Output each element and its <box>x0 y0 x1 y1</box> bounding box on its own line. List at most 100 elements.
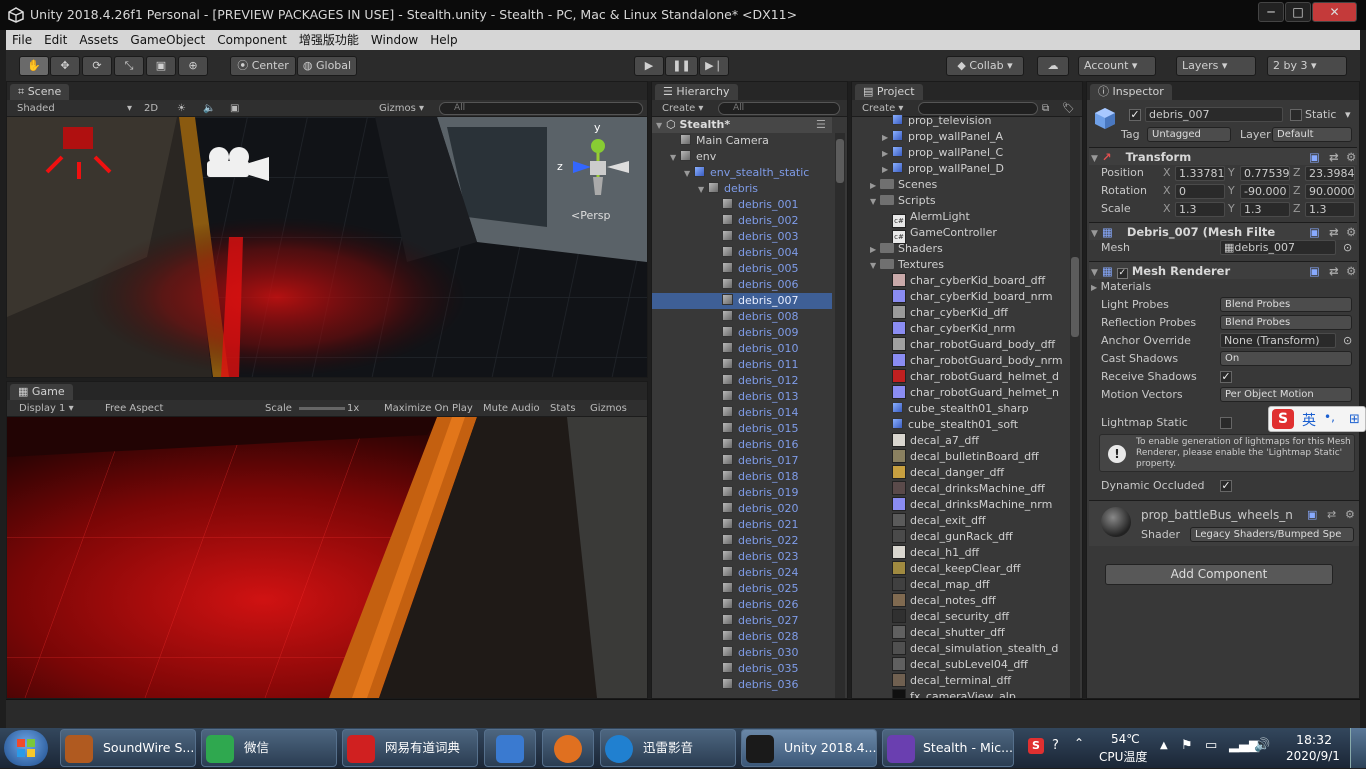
hierarchy-item[interactable]: debris_035 <box>652 661 832 677</box>
lighting-toggle-icon[interactable]: ☀ <box>177 100 186 117</box>
rotation-z-field[interactable]: 90.0000 <box>1305 184 1355 199</box>
project-item[interactable]: char_robotGuard_helmet_d <box>852 369 1067 385</box>
layers-dropdown[interactable]: Layers ▾ <box>1176 56 1256 76</box>
expand-arrow-icon[interactable]: ▶ <box>882 162 892 178</box>
motion-vectors-dropdown[interactable]: Per Object Motion <box>1220 387 1352 402</box>
clock-date[interactable]: 2020/9/1 <box>1286 749 1340 763</box>
taskbar-app-pinned-2[interactable] <box>542 729 594 767</box>
projection-label[interactable]: <Persp <box>571 209 610 222</box>
project-item[interactable]: ▶ prop_wallPanel_D <box>852 161 1067 177</box>
lightmap-static-checkbox[interactable] <box>1220 417 1232 429</box>
project-scrollbar[interactable] <box>1070 117 1080 698</box>
pause-button[interactable]: ❚❚ <box>665 56 698 76</box>
hierarchy-item[interactable]: debris_004 <box>652 245 832 261</box>
taskbar-app-xunlei[interactable]: 迅雷影音 <box>600 729 736 767</box>
preset-icon[interactable]: ⇄ <box>1329 148 1339 166</box>
menu-file[interactable]: File <box>6 30 38 50</box>
ime-language-toggle[interactable]: 英 <box>1302 410 1316 430</box>
account-dropdown[interactable]: Account ▾ <box>1078 56 1156 76</box>
project-item[interactable]: ▼ Textures <box>852 257 1067 273</box>
scale-y-field[interactable]: 1.3 <box>1240 202 1290 217</box>
menu-gameobject[interactable]: GameObject <box>124 30 211 50</box>
project-item[interactable]: char_cyberKid_board_nrm <box>852 289 1067 305</box>
collab-button[interactable]: ◆ Collab ▾ <box>946 56 1024 76</box>
object-picker-icon[interactable]: ⊙ <box>1343 334 1352 347</box>
pivot-center-button[interactable]: ⦿ Center <box>230 56 296 76</box>
ime-toolbar[interactable]: S 英 •, ⊞ <box>1268 406 1366 432</box>
hierarchy-item[interactable]: debris_008 <box>652 309 832 325</box>
hierarchy-item[interactable]: debris_007 <box>652 293 832 309</box>
project-item[interactable]: decal_drinksMachine_dff <box>852 481 1067 497</box>
materials-foldout[interactable]: ▶ Materials <box>1091 280 1151 293</box>
hierarchy-item[interactable]: debris_027 <box>652 613 832 629</box>
expand-arrow-icon[interactable]: ▼ <box>670 150 680 166</box>
hierarchy-item[interactable]: debris_012 <box>652 373 832 389</box>
hierarchy-item[interactable]: debris_009 <box>652 325 832 341</box>
transform-tool-button[interactable]: ⊕ <box>178 56 208 76</box>
rotate-tool-button[interactable]: ⟳ <box>82 56 112 76</box>
start-button[interactable] <box>4 730 48 766</box>
layer-dropdown[interactable]: Default <box>1272 127 1352 142</box>
tab-project[interactable]: ▤ Project <box>855 84 923 100</box>
hierarchy-item[interactable]: debris_005 <box>652 261 832 277</box>
scale-tool-button[interactable]: ⤡ <box>114 56 144 76</box>
expand-arrow-icon[interactable]: ▶ <box>870 178 880 194</box>
hierarchy-item[interactable]: debris_021 <box>652 517 832 533</box>
hierarchy-search-input[interactable]: All <box>718 102 840 115</box>
hierarchy-item[interactable]: debris_011 <box>652 357 832 373</box>
object-picker-icon[interactable]: ⊙ <box>1343 241 1352 254</box>
project-item[interactable]: fx_cameraView_alp <box>852 689 1067 698</box>
maximize-button[interactable]: □ <box>1285 2 1311 22</box>
hierarchy-item[interactable]: debris_019 <box>652 485 832 501</box>
ime-punctuation-toggle[interactable]: •, <box>1324 410 1335 424</box>
cast-shadows-dropdown[interactable]: On <box>1220 351 1352 366</box>
dynamic-occluded-checkbox[interactable]: ✓ <box>1220 480 1232 492</box>
project-item[interactable]: decal_keepClear_dff <box>852 561 1067 577</box>
minimize-button[interactable]: ─ <box>1258 2 1284 22</box>
project-item[interactable]: ▶ prop_wallPanel_C <box>852 145 1067 161</box>
active-checkbox[interactable]: ✓ <box>1129 109 1141 121</box>
aspect-dropdown[interactable]: Free Aspect <box>105 400 163 417</box>
game-viewport[interactable] <box>7 417 647 698</box>
hierarchy-item[interactable]: debris_025 <box>652 581 832 597</box>
expand-arrow-icon[interactable]: ▼ <box>870 258 880 274</box>
scene-search-input[interactable]: All <box>439 102 643 115</box>
menu-help[interactable]: Help <box>424 30 463 50</box>
show-desktop-button[interactable] <box>1350 728 1366 768</box>
step-button[interactable]: ▶❘ <box>699 56 729 76</box>
scale-slider[interactable] <box>299 407 345 410</box>
pivot-global-button[interactable]: ◍ Global <box>297 56 357 76</box>
menu-component[interactable]: Component <box>211 30 293 50</box>
tray-help-icon[interactable]: ? <box>1052 738 1059 753</box>
receive-shadows-checkbox[interactable]: ✓ <box>1220 371 1232 383</box>
close-button[interactable]: ✕ <box>1312 2 1357 22</box>
rotation-y-field[interactable]: -90.000 <box>1240 184 1290 199</box>
volume-icon[interactable]: 🔊 <box>1254 738 1270 753</box>
tab-scene[interactable]: ⌗ Scene <box>10 84 70 100</box>
scene-header-row[interactable]: ▼ ⬡ Stealth* ☰ <box>652 117 832 133</box>
expand-arrow-icon[interactable]: ▼ <box>684 166 694 182</box>
settings-gear-icon[interactable]: ⚙ <box>1346 148 1356 166</box>
hierarchy-item[interactable]: debris_015 <box>652 421 832 437</box>
project-item[interactable]: cube_stealth01_sharp <box>852 401 1067 417</box>
help-icon[interactable]: ▣ <box>1309 148 1320 166</box>
project-item[interactable]: c# GameController <box>852 225 1067 244</box>
project-item[interactable]: char_cyberKid_nrm <box>852 321 1067 337</box>
hierarchy-item[interactable]: ▼ debris <box>652 181 832 197</box>
hierarchy-item[interactable]: debris_010 <box>652 341 832 357</box>
project-item[interactable]: prop_television <box>852 113 1067 129</box>
mesh-renderer-enabled-checkbox[interactable]: ✓ <box>1116 268 1128 279</box>
project-item[interactable]: char_cyberKid_board_dff <box>852 273 1067 289</box>
cloud-button[interactable]: ☁ <box>1037 56 1069 76</box>
settings-gear-icon[interactable]: ⚙ <box>1345 508 1355 521</box>
hierarchy-item[interactable]: debris_018 <box>652 469 832 485</box>
position-z-field[interactable]: 23.3984 <box>1305 166 1355 181</box>
project-item[interactable]: ▶ prop_wallPanel_A <box>852 129 1067 145</box>
project-item[interactable]: decal_danger_dff <box>852 465 1067 481</box>
hierarchy-item[interactable]: debris_036 <box>652 677 832 693</box>
taskbar-app-unity[interactable]: Unity 2018.4.... <box>741 729 877 767</box>
layout-dropdown[interactable]: 2 by 3 ▾ <box>1267 56 1347 76</box>
project-item[interactable]: char_robotGuard_body_dff <box>852 337 1067 353</box>
project-item[interactable]: decal_h1_dff <box>852 545 1067 561</box>
project-item[interactable]: c# AlermLight <box>852 209 1067 228</box>
